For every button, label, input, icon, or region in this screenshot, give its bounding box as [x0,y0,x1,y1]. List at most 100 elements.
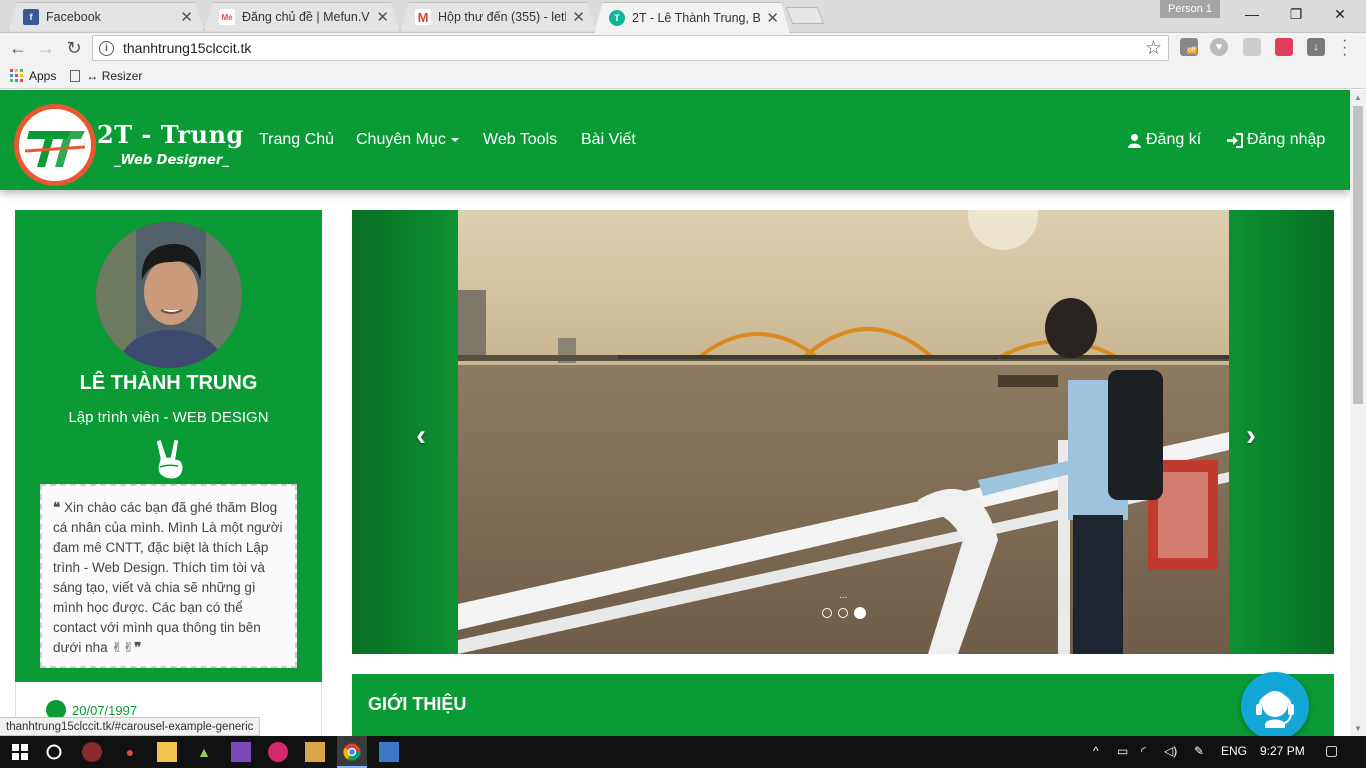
wifi-icon[interactable]: ◜ [1141,744,1146,758]
back-button[interactable]: ← [6,36,30,60]
tab-title: Hộp thư đến (355) - lethà [438,10,567,24]
support-chat-button[interactable] [1241,672,1309,736]
app-icon[interactable] [82,742,102,762]
intro-quote: ❝ Xin chào các bạn đã ghé thăm Blog cá n… [40,484,297,668]
extension-icon[interactable]: off [1180,38,1198,56]
nav-categories[interactable]: Chuyên Mục [356,131,459,149]
apps-grid-icon [10,69,23,82]
input-language[interactable]: ENG [1221,744,1247,758]
heart-extension-icon[interactable]: ♥ [1210,38,1228,56]
nav-web-tools[interactable]: Web Tools [483,131,557,149]
app-icon[interactable] [379,742,399,762]
link-status-bubble: thanhtrung15clccit.tk/#carousel-example-… [0,717,261,736]
photo-carousel: ‹ › ... [352,210,1334,654]
sign-in-icon [1227,132,1243,148]
register-label: Đăng kí [1146,131,1202,148]
logo-title[interactable]: 2T - Trung [97,120,244,149]
app-icon[interactable] [268,742,288,762]
carousel-caption-dots: ... [839,590,848,601]
intro-section-title: GIỚI THIỆU [368,694,467,714]
close-tab-icon[interactable]: ✕ [376,8,389,26]
tab-title: Facebook [46,10,101,24]
bookmark-label: Apps [29,68,57,83]
browser-tabstrip: f Facebook ✕ Me Đăng chủ đề | Mefun.VN ✕… [0,0,1366,33]
minimize-button[interactable]: — [1230,2,1274,26]
site-navbar: 2T - Trung _Web Designer_ Trang Chủ Chuy… [0,90,1350,190]
site-info-icon[interactable]: i [99,40,114,56]
carousel-indicators [822,607,872,619]
scroll-down-icon[interactable]: ▼ [1354,724,1362,733]
chrome-menu-icon[interactable]: · · · [1342,33,1347,63]
nav-categories-label: Chuyên Mục [356,131,446,148]
page-scrollbar[interactable]: ▲ ▼ [1350,90,1366,736]
reload-button[interactable]: ↻ [62,36,86,60]
extension-badge: off [1187,47,1197,54]
bookmark-apps[interactable]: Apps [10,69,56,83]
bookmark-star-icon[interactable]: ☆ [1145,37,1162,60]
tab-facebook[interactable]: f Facebook ✕ [8,2,204,31]
scroll-up-icon[interactable]: ▲ [1354,93,1362,102]
browser-toolbar: ← → ↻ i thanhtrung15clccit.tk ☆ off ♥ ↓ … [0,33,1366,63]
nav-home[interactable]: Trang Chủ [259,131,334,149]
close-tab-icon[interactable]: ✕ [180,8,193,26]
address-bar[interactable]: i thanhtrung15clccit.tk ☆ [92,35,1169,61]
site-logo[interactable] [14,104,96,186]
nav-posts[interactable]: Bài Viết [581,131,636,149]
file-explorer-icon[interactable] [157,742,177,762]
login-label: Đăng nhập [1247,131,1326,148]
carousel-prev-button[interactable]: ‹ [416,419,426,453]
close-tab-icon[interactable]: ✕ [766,9,779,27]
gmail-icon: M [415,9,431,25]
close-window-button[interactable]: ✕ [1318,2,1362,26]
volume-icon[interactable]: ◁) [1164,744,1177,758]
peace-emoji: ✌✌ [111,640,135,655]
bookmark-resizer[interactable]: ↔ Resizer [70,69,142,83]
mefun-icon: Me [219,9,235,25]
logo-subtitle: _Web Designer_ [114,153,229,168]
extension-icon[interactable] [1275,38,1293,56]
app-icon[interactable]: ● [120,742,140,762]
tab-mefun[interactable]: Me Đăng chủ đề | Mefun.VN ✕ [204,2,400,31]
headset-icon [1256,691,1294,728]
birthday-text: 20/07/1997 [72,702,138,718]
tab-2t-blog[interactable]: T 2T - Lê Thành Trung, Blog ✕ [594,2,790,33]
app-icon[interactable] [305,742,325,762]
register-link[interactable]: Đăng kí [1127,131,1201,149]
peace-hand-icon [155,438,184,480]
page-icon [70,69,81,82]
quote-text: Xin chào các bạn đã ghé thăm Blog cá nhâ… [53,500,283,655]
bookmark-label: ↔ Resizer [86,68,143,83]
profile-name: LÊ THÀNH TRUNG [79,372,258,394]
carousel-indicator-2[interactable] [838,608,848,618]
windows-taskbar: ● ▲ ^ ▭ ◜ ◁) ✎ ENG 9:27 PM ▢ [0,736,1366,768]
chrome-taskbar-icon[interactable] [342,742,362,762]
clock[interactable]: 9:27 PM [1260,744,1305,758]
avatar [94,220,244,370]
carousel-indicator-3[interactable] [854,607,866,619]
site-icon: T [609,10,625,26]
show-hidden-icons[interactable]: ^ [1093,744,1099,758]
carousel-slide-image [458,210,1229,654]
bookmarks-bar: Apps ↔ Resizer [0,63,1366,89]
profile-button[interactable]: Person 1 [1160,0,1220,18]
tab-gmail[interactable]: M Hộp thư đến (355) - lethà ✕ [400,2,596,31]
battery-icon[interactable]: ▭ [1117,744,1128,758]
profile-card: LÊ THÀNH TRUNG Lập trình viên - WEB DESI… [15,210,322,682]
login-link[interactable]: Đăng nhập [1227,131,1325,149]
android-icon[interactable]: ▲ [194,742,214,762]
windows-start-icon[interactable] [10,742,30,762]
new-tab-button[interactable] [785,7,825,24]
extension-icon[interactable] [1243,38,1261,56]
notifications-icon[interactable]: ▢ [1325,742,1338,759]
visual-studio-icon[interactable] [231,742,251,762]
carousel-next-button[interactable]: › [1246,419,1256,453]
cortana-icon[interactable] [44,742,64,762]
scrollbar-thumb[interactable] [1353,106,1363,404]
carousel-indicator-1[interactable] [822,608,832,618]
forward-button[interactable]: → [34,36,58,60]
close-tab-icon[interactable]: ✕ [572,8,585,26]
page-viewport: 2T - Trung _Web Designer_ Trang Chủ Chuy… [0,90,1350,736]
download-extension-icon[interactable]: ↓ [1307,38,1325,56]
pen-icon[interactable]: ✎ [1194,744,1204,758]
maximize-button[interactable]: ❐ [1274,2,1318,26]
